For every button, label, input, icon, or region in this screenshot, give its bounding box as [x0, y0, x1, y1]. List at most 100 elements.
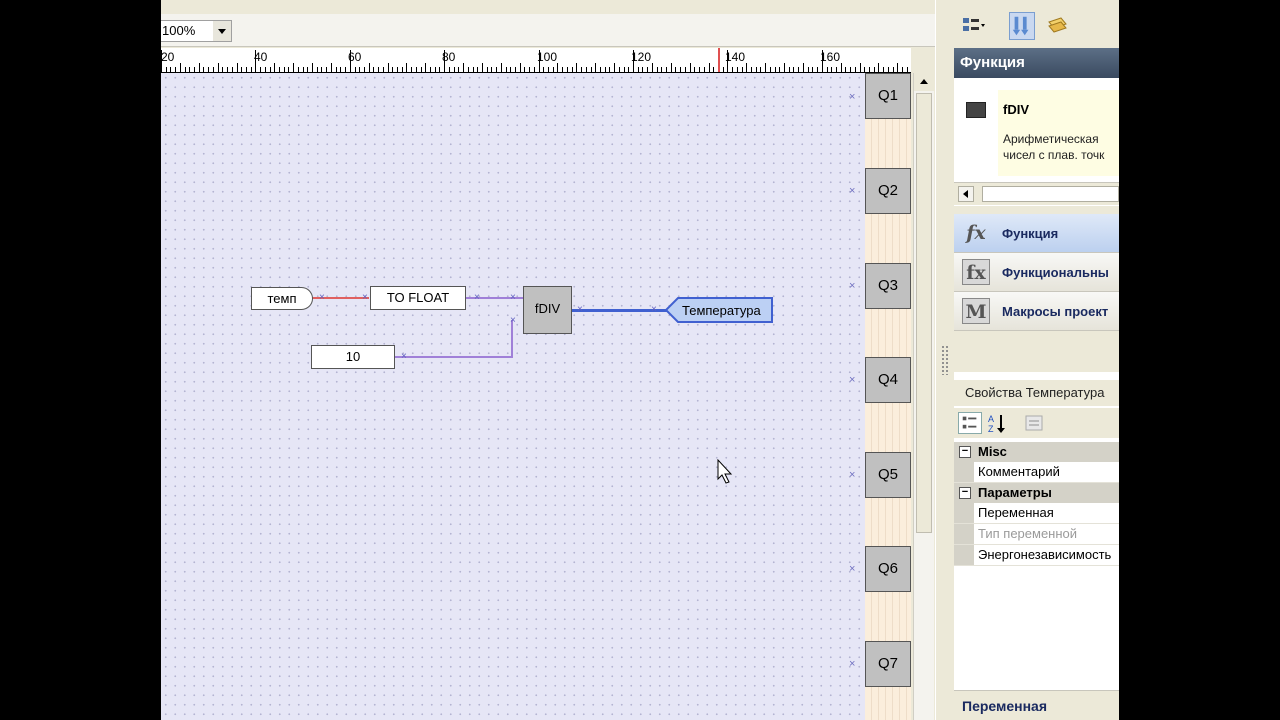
connector-mark: ×	[849, 469, 856, 481]
ruler-tick	[562, 67, 564, 72]
ruler-tick	[609, 67, 611, 72]
connector-mark: ×	[849, 374, 856, 386]
right-panel: Функция fDIV Арифметическая чисел с плав…	[954, 0, 1119, 720]
ruler-tick	[850, 67, 852, 72]
ruler-tick	[902, 67, 904, 72]
grid-gutter	[954, 524, 974, 544]
output-q1[interactable]: Q1	[865, 73, 911, 119]
ruler-tick	[727, 50, 729, 72]
ruler-tick	[212, 67, 214, 72]
output-q4[interactable]: Q4	[865, 357, 911, 403]
ruler-tick	[873, 67, 875, 72]
ruler-tick	[340, 67, 342, 72]
ruler-tick	[217, 63, 219, 72]
function-panel-header: Функция	[954, 48, 1119, 78]
wire[interactable]	[394, 356, 512, 358]
property-category-misc[interactable]: − Misc	[954, 442, 1119, 462]
property-pages-icon[interactable]	[1022, 412, 1046, 434]
connector-mark: ×	[849, 91, 856, 103]
ruler-tick	[793, 67, 795, 72]
ruler-tick	[883, 67, 885, 72]
ruler-tick	[699, 67, 701, 72]
output-q3[interactable]: Q3	[865, 263, 911, 309]
ruler-tick	[194, 67, 196, 72]
scroll-thumb[interactable]	[916, 93, 932, 533]
scroll-track[interactable]	[982, 186, 1119, 202]
panel-splitter[interactable]	[935, 0, 954, 720]
property-nonvolatile[interactable]: Энергонезависимость	[954, 545, 1119, 566]
constant-block[interactable]: 10	[311, 345, 395, 369]
tree-view-icon[interactable]	[960, 12, 986, 40]
ruler-tick	[864, 67, 866, 72]
ruler-tick	[760, 67, 762, 72]
property-comment[interactable]: Комментарий	[954, 462, 1119, 483]
categorized-icon[interactable]	[958, 412, 982, 434]
ruler-tick	[505, 67, 507, 72]
category-label: Misc	[978, 444, 1007, 459]
output-q2[interactable]: Q2	[865, 168, 911, 214]
ruler-tick	[784, 63, 786, 72]
zoom-value: 100%	[162, 23, 196, 38]
output-variable-label: Температура	[682, 303, 762, 318]
ruler-tick	[774, 67, 776, 72]
scroll-left-icon[interactable]	[958, 186, 974, 202]
ruler-tick	[557, 63, 559, 72]
ruler-tick	[651, 63, 653, 72]
ruler-tick	[765, 63, 767, 72]
category-function[interactable]: fx Функция	[954, 214, 1119, 253]
ruler-tick	[689, 63, 691, 72]
description-line: чисел с плав. точк	[1003, 148, 1105, 162]
chevron-down-icon[interactable]	[213, 21, 231, 41]
diagram-canvas[interactable]: × × × × × × × × темп TO FLOAT 10 fDIV Те…	[161, 73, 865, 720]
ruler-tick	[345, 67, 347, 72]
ruler-tick	[519, 63, 521, 72]
ruler-tick	[392, 67, 394, 72]
output-q7[interactable]: Q7	[865, 641, 911, 687]
ruler-tick	[382, 67, 384, 72]
ruler-tick	[510, 67, 512, 72]
properties-title: Свойства Температура	[954, 380, 1119, 406]
property-category-params[interactable]: − Параметры	[954, 483, 1119, 503]
library-icon[interactable]	[1044, 12, 1070, 40]
ruler-tick	[472, 67, 474, 72]
output-variable-block[interactable]: Температура	[664, 297, 774, 323]
ruler-tick	[595, 63, 597, 72]
ruler-tick	[349, 50, 351, 72]
to-float-block[interactable]: TO FLOAT	[370, 286, 466, 310]
ruler-tick	[406, 63, 408, 72]
canvas-vertical-scrollbar[interactable]	[913, 73, 934, 720]
category-project-macros[interactable]: M Макросы проект	[954, 292, 1119, 331]
ruler-tick	[316, 67, 318, 72]
collapse-icon[interactable]: −	[959, 487, 971, 499]
sort-icon[interactable]	[1009, 12, 1035, 40]
ruler-tick	[189, 67, 191, 72]
ruler-tick	[500, 63, 502, 72]
info-horizontal-scrollbar[interactable]	[954, 182, 1119, 205]
zoom-select[interactable]: 100%	[161, 20, 232, 42]
alphabetical-sort-icon[interactable]: A Z	[986, 412, 1010, 434]
property-variable[interactable]: Переменная	[954, 503, 1119, 524]
ruler-tick	[835, 67, 837, 72]
category-functional-blocks[interactable]: fx Функциональны	[954, 253, 1119, 292]
ruler-tick	[397, 67, 398, 72]
ruler-tick	[165, 67, 167, 72]
svg-text:Z: Z	[988, 424, 994, 434]
grid-gutter	[954, 545, 974, 565]
collapse-icon[interactable]: −	[959, 446, 971, 458]
ruler-tick	[590, 67, 592, 72]
ruler-tick	[543, 67, 545, 72]
input-variable-block[interactable]: темп	[251, 287, 313, 310]
ruler-tick	[373, 67, 375, 72]
connector-mark: ×	[849, 658, 856, 670]
ruler-tick	[255, 50, 257, 72]
fdiv-block[interactable]: fDIV	[523, 286, 572, 334]
output-q5[interactable]: Q5	[865, 452, 911, 498]
output-q6[interactable]: Q6	[865, 546, 911, 592]
ruler-tick	[680, 67, 682, 72]
fx-icon: fx	[962, 259, 990, 285]
connector-mark: ×	[651, 304, 657, 315]
scroll-up-icon[interactable]	[914, 73, 934, 91]
output-label: Q5	[877, 466, 898, 483]
fdiv-label: fDIV	[534, 301, 561, 316]
ruler-tick	[283, 67, 285, 72]
